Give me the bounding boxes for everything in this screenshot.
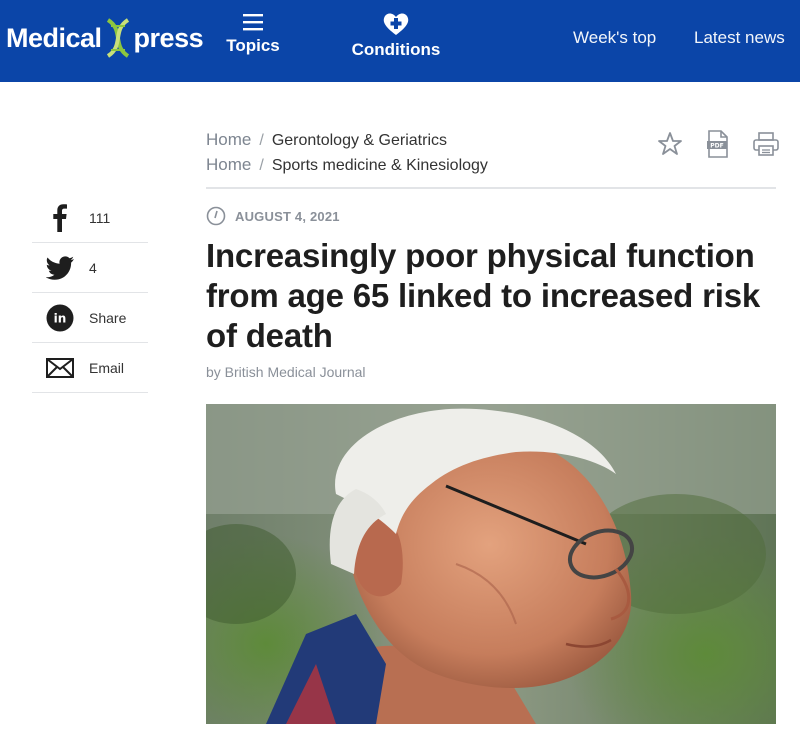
breadcrumb: Home / Gerontology & Geriatrics Home / S…	[206, 130, 626, 180]
breadcrumb-separator: /	[259, 157, 264, 174]
facebook-icon	[46, 203, 74, 232]
svg-text:PDF: PDF	[710, 143, 723, 150]
twitter-icon	[46, 254, 74, 282]
header-divider	[206, 187, 776, 189]
email-share-label: Email	[89, 359, 125, 376]
article-image[interactable]	[206, 404, 776, 724]
site-logo[interactable]: Medical press	[6, 18, 204, 58]
linkedin-icon: in	[46, 304, 74, 332]
breadcrumb-row: Home / Sports medicine & Kinesiology	[206, 155, 626, 180]
linkedin-share-label: Share	[89, 309, 127, 326]
print-button[interactable]	[752, 130, 780, 158]
menu-icon	[243, 14, 263, 31]
star-icon	[658, 132, 682, 155]
email-share-button[interactable]: Email	[32, 343, 148, 393]
facebook-share-button[interactable]: 111	[32, 193, 148, 243]
svg-text:in: in	[54, 311, 67, 325]
logo-text-press: press	[133, 22, 204, 53]
nav-conditions-label: Conditions	[351, 40, 441, 59]
nav-latest-news[interactable]: Latest news	[694, 28, 785, 48]
breadcrumb-category-link[interactable]: Sports medicine & Kinesiology	[272, 157, 488, 175]
breadcrumb-home-link[interactable]: Home	[206, 155, 251, 175]
facebook-share-count: 111	[89, 209, 111, 226]
logo-text-medical: Medical	[6, 22, 102, 53]
nav-topics-label: Topics	[226, 36, 280, 55]
article-date: AUGUST 4, 2021	[235, 208, 340, 224]
article-tools: PDF	[656, 130, 780, 158]
twitter-share-count: 4	[89, 259, 97, 276]
article-title: Increasingly poor physical function from…	[206, 237, 761, 354]
breadcrumb-separator: /	[259, 132, 264, 149]
elderly-man-photo	[206, 404, 776, 724]
share-sidebar: 111 4 in Share Email	[32, 193, 148, 393]
breadcrumb-category-link[interactable]: Gerontology & Geriatrics	[272, 132, 447, 150]
article-byline: by British Medical Journal	[206, 364, 366, 380]
site-header: Medical press Topics Conditions Week's t…	[0, 0, 800, 82]
breadcrumb-home-link[interactable]: Home	[206, 130, 251, 150]
nav-topics[interactable]: Topics	[222, 12, 284, 56]
pdf-button[interactable]: PDF	[704, 130, 732, 158]
article-date-row: AUGUST 4, 2021	[206, 206, 340, 226]
twitter-share-button[interactable]: 4	[32, 243, 148, 293]
nav-conditions[interactable]: Conditions	[350, 12, 442, 60]
dna-x-logo-icon	[106, 18, 129, 58]
breadcrumb-row: Home / Gerontology & Geriatrics	[206, 130, 626, 155]
linkedin-share-button[interactable]: in Share	[32, 293, 148, 343]
heart-plus-icon	[383, 13, 409, 35]
clock-icon	[206, 206, 226, 226]
bookmark-button[interactable]	[656, 130, 684, 158]
envelope-icon	[46, 354, 74, 382]
pdf-icon: PDF	[707, 130, 728, 158]
nav-weeks-top[interactable]: Week's top	[573, 28, 656, 48]
print-icon	[753, 132, 779, 156]
